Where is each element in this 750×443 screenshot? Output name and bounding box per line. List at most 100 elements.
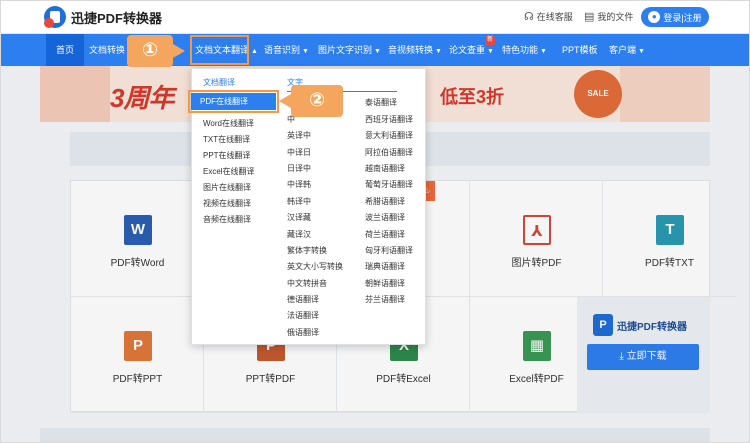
menu-item-korean-dprk[interactable]: 朝鲜语翻译 [365, 278, 405, 289]
menu-item-pinyin[interactable]: 中文转拼音 [287, 278, 327, 289]
menu-item-hungarian[interactable]: 匈牙利语翻译 [365, 245, 413, 256]
menu-item-txt-translate[interactable]: TXT在线翻译 [203, 134, 250, 145]
menu-item-french[interactable]: 法语翻译 [287, 310, 319, 321]
nav-client-label: 客户端 [609, 45, 637, 55]
download-label: 立即下载 [626, 351, 667, 362]
footer-band [40, 428, 710, 443]
chevron-down-icon: ▼ [302, 48, 309, 55]
banner-anniversary-text: 3周年 [110, 83, 174, 113]
nav-speech-label: 语音识别 [264, 45, 301, 55]
promo-title: 迅捷PDF转换器 [617, 322, 687, 333]
my-files-label: 我的文件 [597, 12, 634, 22]
menu-item-excel-translate[interactable]: Excel在线翻译 [203, 166, 255, 177]
step-callout-2: ② [279, 85, 343, 117]
menu-item-ppt-translate[interactable]: PPT在线翻译 [203, 150, 251, 161]
nav-image-ocr[interactable]: 图片文字识别 ▼ [318, 34, 381, 66]
menu-item-portuguese[interactable]: 葡萄牙语翻译 [365, 179, 413, 190]
menu-item-image-translate[interactable]: 图片在线翻译 [203, 182, 251, 193]
menu-item-russian[interactable]: 俄语翻译 [287, 327, 319, 338]
chevron-down-icon: ▼ [435, 48, 442, 55]
menu-item-word-translate[interactable]: Word在线翻译 [203, 118, 254, 129]
file-icon: ▤ [584, 11, 595, 23]
new-badge: 新 [485, 36, 495, 45]
app-logo-icon: P [593, 314, 613, 336]
menu-item-audio-translate[interactable]: 音频在线翻译 [203, 214, 251, 225]
logo[interactable]: 迅捷PDF转换器 [44, 6, 162, 28]
menu-item-en-zh[interactable]: 英译中 [287, 130, 311, 141]
tool-label: PDF转PPT [112, 374, 163, 385]
chevron-down-icon: ▼ [638, 48, 645, 55]
logo-text: 迅捷PDF转换器 [71, 10, 163, 26]
menu-item-video-translate[interactable]: 视频在线翻译 [203, 198, 251, 209]
highlight-frame-nav-translate [190, 35, 249, 65]
word-icon: W [124, 215, 152, 245]
menu-item-ja-zh[interactable]: 日译中 [287, 163, 311, 174]
tool-label: 图片转PDF [511, 258, 562, 269]
nav-av-convert-label: 音视频转换 [388, 45, 434, 55]
nav-client[interactable]: 客户端 ▼ [609, 34, 645, 66]
my-files-link[interactable]: ▤ 我的文件 [584, 10, 633, 23]
nav-special-label: 特色功能 [502, 45, 539, 55]
tool-label: PPT转PDF [245, 374, 296, 385]
menu-item-thai[interactable]: 泰语翻译 [365, 97, 397, 108]
nav-paper-check-label: 论文查重 [449, 45, 486, 55]
menu-item-traditional[interactable]: 繁体字转换 [287, 245, 327, 256]
top-header: 迅捷PDF转换器 ☊ 在线客服 ▤ 我的文件 ● 登录|注册 [0, 0, 750, 34]
menu-item-german[interactable]: 德语翻译 [287, 294, 319, 305]
menu-item-dutch[interactable]: 荷兰语翻译 [365, 229, 405, 240]
download-icon: ⤓ [619, 351, 627, 362]
nav-doc-convert-label: 文档转换 [89, 45, 126, 55]
banner-decoration-right [620, 66, 710, 122]
menu-item-finnish[interactable]: 芬兰语翻译 [365, 294, 405, 305]
txt-icon: T [656, 215, 684, 245]
chevron-up-icon: ▲ [251, 48, 258, 55]
online-service-link[interactable]: ☊ 在线客服 [524, 10, 573, 23]
menu-item-spanish[interactable]: 西班牙语翻译 [365, 114, 413, 125]
nav-image-ocr-label: 图片文字识别 [318, 45, 373, 55]
menu-item-bo-zh[interactable]: 藏译汉 [287, 229, 311, 240]
login-button[interactable]: ● 登录|注册 [641, 7, 709, 27]
menu-item-italian[interactable]: 意大利语翻译 [365, 130, 413, 141]
menu-item-ko-zh[interactable]: 韩译中 [287, 196, 311, 207]
menu-item-vietnamese[interactable]: 越南语翻译 [365, 163, 405, 174]
tool-label: PDF转Word [110, 258, 165, 269]
tool-pdf-word[interactable]: W PDF转Word [71, 181, 204, 297]
banner-discount-text: 低至3折 [440, 87, 505, 107]
nav-special[interactable]: 特色功能 ▼ [502, 34, 547, 66]
nav-home[interactable]: 首页 [46, 34, 85, 66]
step-callout-1: ① [127, 35, 185, 67]
chevron-down-icon: ▼ [374, 48, 381, 55]
menu-item-arabic[interactable]: 阿拉伯语翻译 [365, 147, 413, 158]
menu-item-zh-ko[interactable]: 中译韩 [287, 179, 311, 190]
highlight-frame-pdf-translate [188, 90, 279, 113]
menu-item-swedish[interactable]: 瑞典语翻译 [365, 261, 405, 272]
logo-icon [44, 6, 66, 28]
chevron-down-icon: ▼ [540, 48, 547, 55]
login-label: 登录|注册 [663, 12, 702, 23]
online-service-label: 在线客服 [536, 12, 573, 22]
nav-ppt-template[interactable]: PPT模板 [562, 34, 598, 66]
download-promo: P 迅捷PDF转换器 ⤓ 立即下载 [577, 297, 710, 413]
menu-item-zh-bo[interactable]: 汉译藏 [287, 212, 311, 223]
excel-pdf-icon: ▦ [523, 331, 551, 361]
tool-pdf-txt[interactable]: T PDF转TXT [603, 181, 736, 297]
user-icon: ● [648, 11, 661, 23]
main-nav: 首页 文档转换▼ 文档文本翻译▲ 语音识别▼ 图片文字识别▼ 音视频转换▼ 论文… [0, 34, 750, 66]
headset-icon: ☊ [524, 11, 534, 23]
tool-label: PDF转Excel [376, 374, 431, 385]
chevron-down-icon: ▼ [487, 48, 494, 55]
tool-label: PDF转TXT [645, 258, 694, 269]
dropdown-col1-title: 文档翻译 [203, 78, 235, 87]
nav-av-convert[interactable]: 音视频转换 ▼ [388, 34, 442, 66]
tool-img-pdf[interactable]: ⅄ 图片转PDF [470, 181, 603, 297]
download-button[interactable]: ⤓ 立即下载 [587, 344, 699, 370]
nav-speech[interactable]: 语音识别 ▼ [264, 34, 309, 66]
banner-decoration [40, 66, 110, 122]
tool-pdf-ppt[interactable]: P PDF转PPT [71, 297, 204, 413]
menu-item-case-convert[interactable]: 英文大小写转换 [287, 261, 343, 272]
menu-item-greek[interactable]: 希腊语翻译 [365, 196, 405, 207]
menu-item-polish[interactable]: 波兰语翻译 [365, 212, 405, 223]
menu-item-zh-ja[interactable]: 中译日 [287, 147, 311, 158]
ppt-icon: P [124, 331, 152, 361]
sale-badge: SALE [574, 70, 622, 118]
